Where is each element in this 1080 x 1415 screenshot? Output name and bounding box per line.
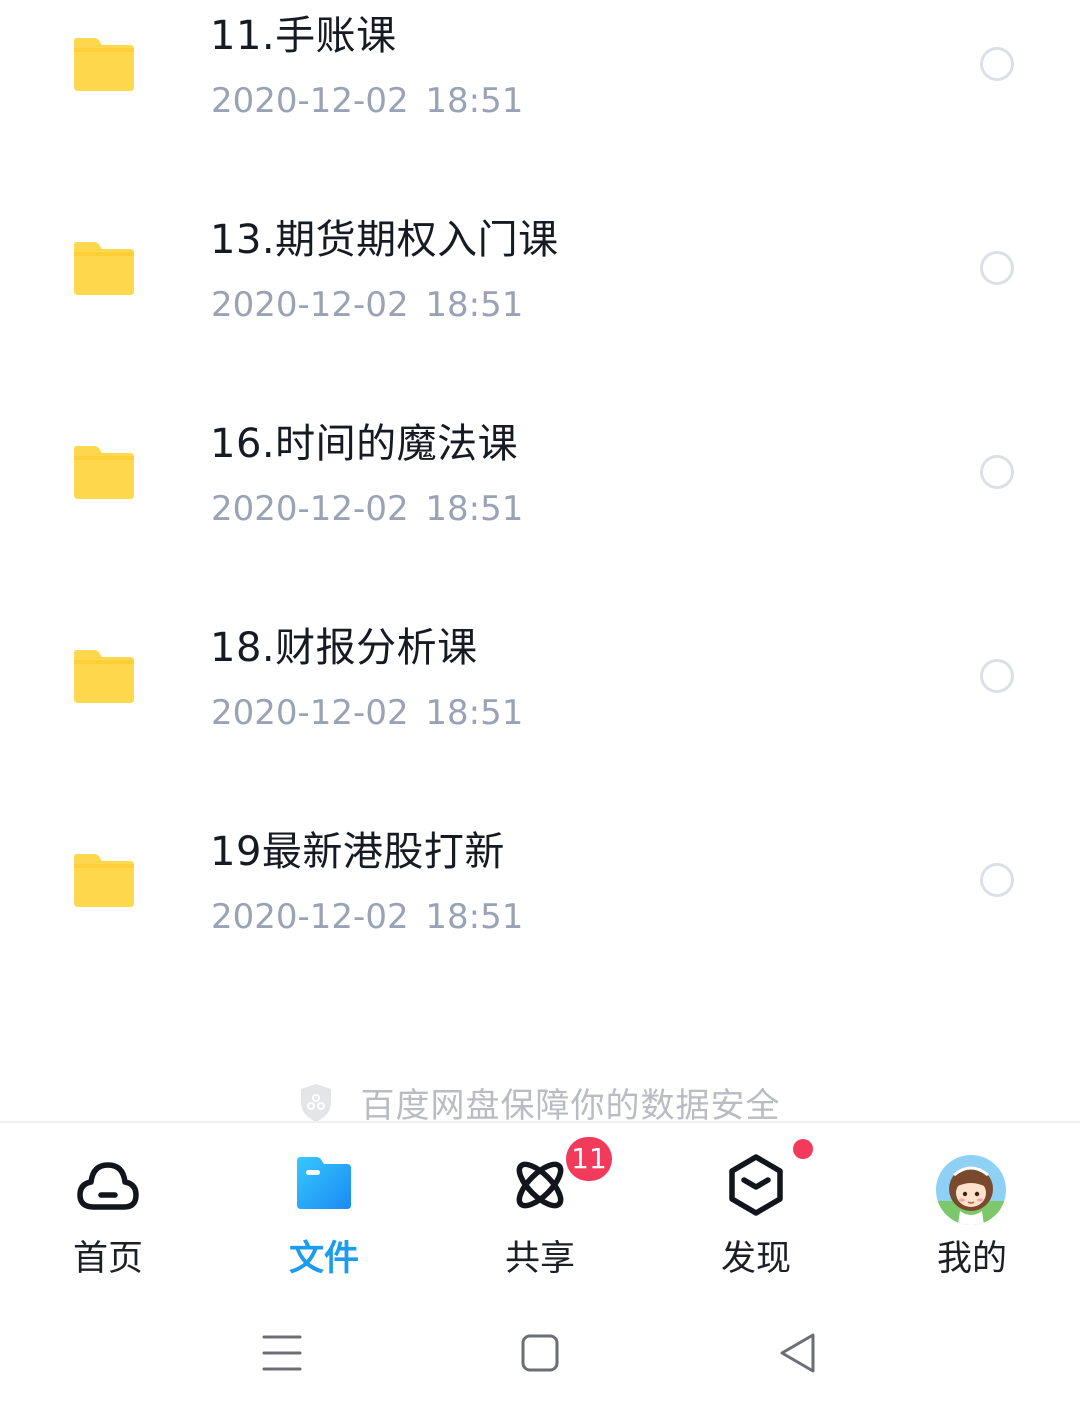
folder-icon bbox=[72, 648, 136, 704]
folder-icon bbox=[72, 36, 136, 92]
file-date: 2020-12-02 18:51 bbox=[211, 81, 524, 121]
orbit-icon bbox=[506, 1151, 574, 1219]
security-note: 百度网盘保障你的数据安全 bbox=[0, 1078, 1080, 1126]
file-date: 2020-12-02 18:51 bbox=[211, 693, 524, 733]
discover-dot bbox=[793, 1139, 813, 1159]
back-triangle-icon[interactable] bbox=[768, 1323, 828, 1383]
list-item[interactable]: 11.手账课 2020-12-02 18:51 bbox=[0, 0, 1080, 204]
share-badge: 11 bbox=[566, 1137, 612, 1181]
select-checkbox[interactable] bbox=[980, 659, 1014, 693]
shield-icon bbox=[299, 1083, 333, 1123]
folder-icon bbox=[72, 444, 136, 500]
file-date: 2020-12-02 18:51 bbox=[211, 489, 524, 529]
screen: 11.手账课 2020-12-02 18:51 13.期货期权入门课 2020-… bbox=[0, 0, 1080, 1415]
cube-icon bbox=[722, 1151, 790, 1219]
system-nav-bar bbox=[0, 1293, 1080, 1415]
menu-icon[interactable] bbox=[252, 1323, 312, 1383]
tab-label: 我的 bbox=[936, 1239, 1007, 1279]
list-item[interactable]: 13.期货期权入门课 2020-12-02 18:51 bbox=[0, 204, 1080, 408]
select-checkbox[interactable] bbox=[980, 47, 1014, 81]
file-name: 19最新港股打新 bbox=[210, 829, 505, 875]
file-date: 2020-12-02 18:51 bbox=[211, 897, 524, 937]
tab-label: 发现 bbox=[720, 1239, 791, 1279]
tab-files[interactable]: 文件 bbox=[216, 1123, 432, 1293]
file-name: 18.财报分析课 bbox=[210, 625, 478, 671]
home-square-icon[interactable] bbox=[510, 1323, 570, 1383]
avatar[interactable] bbox=[936, 1155, 1006, 1225]
folder-icon bbox=[294, 1153, 354, 1213]
list-item[interactable]: 19最新港股打新 2020-12-02 18:51 bbox=[0, 816, 1080, 1020]
tab-label: 共享 bbox=[504, 1239, 575, 1279]
file-date: 2020-12-02 18:51 bbox=[211, 285, 524, 325]
folder-icon bbox=[72, 852, 136, 908]
cloud-icon bbox=[74, 1151, 142, 1219]
tab-bar: 首页 文件 共享 发现 我的 bbox=[0, 1123, 1080, 1293]
select-checkbox[interactable] bbox=[980, 863, 1014, 897]
tab-home[interactable]: 首页 bbox=[0, 1123, 216, 1293]
select-checkbox[interactable] bbox=[980, 251, 1014, 285]
tab-share[interactable]: 共享 bbox=[432, 1123, 648, 1293]
tab-discover[interactable]: 发现 bbox=[648, 1123, 864, 1293]
select-checkbox[interactable] bbox=[980, 455, 1014, 489]
list-item[interactable]: 18.财报分析课 2020-12-02 18:51 bbox=[0, 612, 1080, 816]
folder-icon bbox=[72, 240, 136, 296]
file-name: 11.手账课 bbox=[210, 13, 397, 59]
file-name: 16.时间的魔法课 bbox=[210, 421, 519, 467]
tab-label: 文件 bbox=[288, 1239, 359, 1279]
security-note-text: 百度网盘保障你的数据安全 bbox=[360, 1086, 781, 1126]
file-name: 13.期货期权入门课 bbox=[210, 217, 559, 263]
list-item[interactable]: 16.时间的魔法课 2020-12-02 18:51 bbox=[0, 408, 1080, 612]
tab-label: 首页 bbox=[72, 1239, 143, 1279]
